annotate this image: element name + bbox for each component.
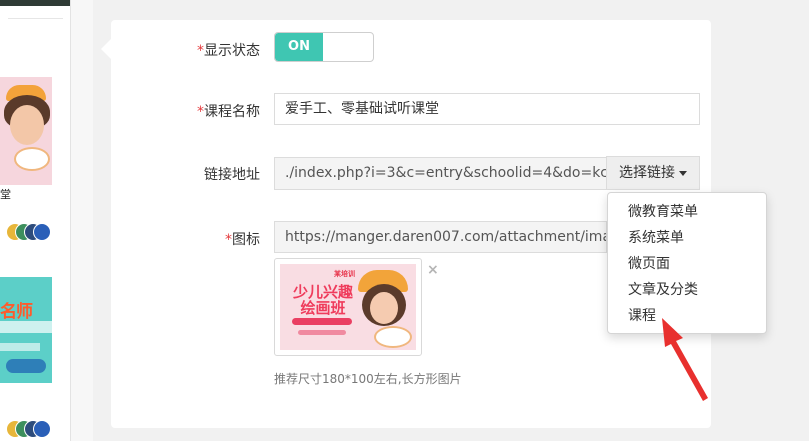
annotation-arrow-shape (662, 318, 708, 401)
annotation-arrow (662, 318, 708, 401)
